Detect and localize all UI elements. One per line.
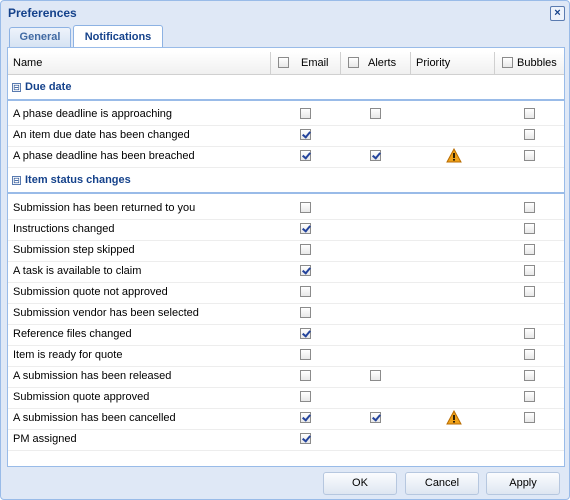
apply-button[interactable]: Apply bbox=[486, 472, 560, 495]
bubbles-checkbox[interactable] bbox=[524, 108, 535, 119]
bubbles-checkbox[interactable] bbox=[524, 129, 535, 140]
table-row: PM assigned bbox=[8, 429, 564, 451]
table-row: Submission quote not approved bbox=[8, 282, 564, 304]
tab-notifications[interactable]: Notifications bbox=[73, 25, 163, 48]
bubbles-checkbox[interactable] bbox=[524, 244, 535, 255]
alerts-checkbox[interactable] bbox=[370, 412, 381, 423]
email-checkbox[interactable] bbox=[300, 412, 311, 423]
row-label: Submission has been returned to you bbox=[13, 202, 196, 214]
bubbles-checkbox[interactable] bbox=[524, 286, 535, 297]
table-row: Instructions changed bbox=[8, 219, 564, 241]
ok-button[interactable]: OK bbox=[323, 472, 397, 495]
collapse-toggle-icon[interactable]: ⊟ bbox=[12, 176, 21, 185]
bubbles-checkbox[interactable] bbox=[524, 412, 535, 423]
email-checkbox[interactable] bbox=[300, 370, 311, 381]
column-email-label: Email bbox=[301, 57, 329, 69]
notifications-panel: Name Email Alerts Priority Bubbles ⊟ Due … bbox=[7, 47, 565, 467]
table-row: Submission has been returned to you bbox=[8, 198, 564, 220]
table-row: Submission vendor has been selected bbox=[8, 303, 564, 325]
group-title: Item status changes bbox=[25, 174, 131, 186]
email-checkbox[interactable] bbox=[300, 244, 311, 255]
column-priority-label: Priority bbox=[416, 57, 451, 69]
row-label: Reference files changed bbox=[13, 328, 132, 340]
table-row: A submission has been cancelled bbox=[8, 408, 564, 430]
email-checkbox[interactable] bbox=[300, 150, 311, 161]
table-row: Submission quote approved bbox=[8, 387, 564, 409]
row-label: Item is ready for quote bbox=[13, 349, 123, 361]
table-row: A phase deadline has been breached bbox=[8, 146, 564, 168]
row-label: A phase deadline has been breached bbox=[13, 150, 195, 162]
bubbles-checkbox[interactable] bbox=[524, 349, 535, 360]
email-checkbox[interactable] bbox=[300, 328, 311, 339]
row-label: A submission has been released bbox=[13, 370, 172, 382]
bubbles-checkbox[interactable] bbox=[524, 265, 535, 276]
email-checkbox[interactable] bbox=[300, 286, 311, 297]
email-checkbox[interactable] bbox=[300, 433, 311, 444]
grid-header: Name Email Alerts Priority Bubbles bbox=[8, 52, 564, 75]
alerts-all-checkbox[interactable] bbox=[348, 57, 359, 68]
column-alerts[interactable]: Alerts bbox=[340, 52, 411, 74]
table-row: A phase deadline is approaching bbox=[8, 104, 564, 126]
row-label: Submission quote approved bbox=[13, 391, 150, 403]
bubbles-checkbox[interactable] bbox=[524, 328, 535, 339]
email-checkbox[interactable] bbox=[300, 223, 311, 234]
bubbles-checkbox[interactable] bbox=[524, 202, 535, 213]
collapse-toggle-icon[interactable]: ⊟ bbox=[12, 83, 21, 92]
row-label: Instructions changed bbox=[13, 223, 115, 235]
window-title: Preferences bbox=[8, 6, 77, 20]
alerts-checkbox[interactable] bbox=[370, 370, 381, 381]
row-label: Submission step skipped bbox=[13, 244, 135, 256]
bubbles-checkbox[interactable] bbox=[524, 150, 535, 161]
column-bubbles-label: Bubbles bbox=[517, 57, 557, 69]
button-bar: OK Cancel Apply bbox=[1, 465, 569, 499]
tab-strip: General Notifications bbox=[7, 25, 563, 48]
group-title: Due date bbox=[25, 81, 72, 93]
alerts-checkbox[interactable] bbox=[370, 108, 381, 119]
email-checkbox[interactable] bbox=[300, 129, 311, 140]
table-row: A submission has been released bbox=[8, 366, 564, 388]
column-name-label: Name bbox=[13, 57, 43, 69]
row-label: An item due date has been changed bbox=[13, 129, 190, 141]
bubbles-all-checkbox[interactable] bbox=[502, 57, 513, 68]
table-row: Item is ready for quote bbox=[8, 345, 564, 367]
email-checkbox[interactable] bbox=[300, 202, 311, 213]
bubbles-checkbox[interactable] bbox=[524, 223, 535, 234]
row-label: A phase deadline is approaching bbox=[13, 108, 173, 120]
email-checkbox[interactable] bbox=[300, 307, 311, 318]
column-alerts-label: Alerts bbox=[368, 57, 397, 69]
close-icon[interactable]: × bbox=[550, 6, 565, 21]
row-label: A task is available to claim bbox=[13, 265, 142, 277]
email-all-checkbox[interactable] bbox=[278, 57, 289, 68]
table-row: An item due date has been changed bbox=[8, 125, 564, 147]
email-checkbox[interactable] bbox=[300, 108, 311, 119]
column-priority[interactable]: Priority bbox=[410, 52, 495, 74]
tab-general[interactable]: General bbox=[9, 27, 71, 47]
column-bubbles[interactable]: Bubbles bbox=[494, 52, 565, 74]
bubbles-checkbox[interactable] bbox=[524, 391, 535, 402]
alerts-checkbox[interactable] bbox=[370, 150, 381, 161]
group-header[interactable]: ⊟ Item status changes bbox=[8, 168, 564, 194]
group-header[interactable]: ⊟ Due date bbox=[8, 75, 564, 101]
column-name[interactable]: Name bbox=[8, 52, 270, 74]
email-checkbox[interactable] bbox=[300, 391, 311, 402]
row-label: PM assigned bbox=[13, 433, 77, 445]
email-checkbox[interactable] bbox=[300, 349, 311, 360]
email-checkbox[interactable] bbox=[300, 265, 311, 276]
row-label: Submission vendor has been selected bbox=[13, 307, 199, 319]
preferences-window: Preferences × General Notifications Name… bbox=[0, 0, 570, 500]
title-bar: Preferences × bbox=[1, 1, 569, 25]
cancel-button[interactable]: Cancel bbox=[405, 472, 479, 495]
column-email[interactable]: Email bbox=[270, 52, 341, 74]
table-row: Reference files changed bbox=[8, 324, 564, 346]
row-label: Submission quote not approved bbox=[13, 286, 168, 298]
bubbles-checkbox[interactable] bbox=[524, 370, 535, 381]
table-row: Submission step skipped bbox=[8, 240, 564, 262]
table-row: A task is available to claim bbox=[8, 261, 564, 283]
row-label: A submission has been cancelled bbox=[13, 412, 176, 424]
